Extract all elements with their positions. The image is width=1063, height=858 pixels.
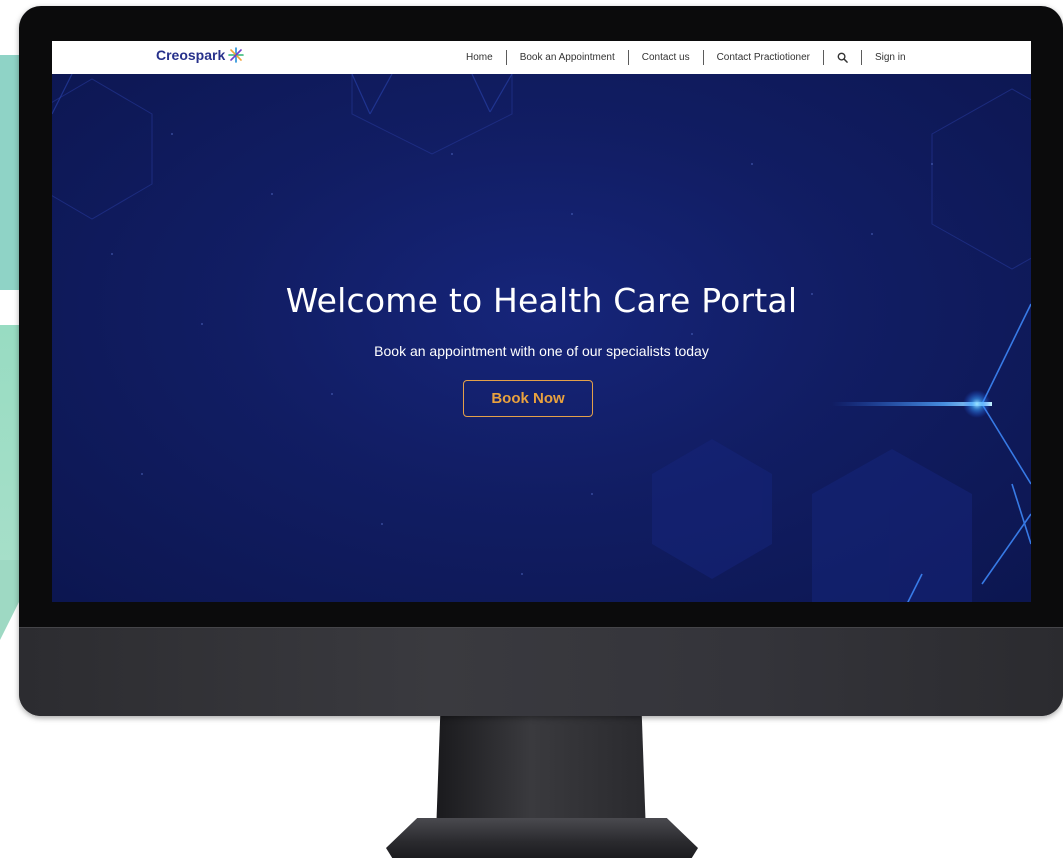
sign-in-link[interactable]: Sign in	[862, 52, 919, 63]
top-navbar: Creospark Home Book an Appointment Conta…	[52, 41, 1031, 74]
starburst-icon	[228, 47, 245, 63]
hero-subtitle: Book an appointment with one of our spec…	[374, 343, 709, 359]
nav-menu: Home Book an Appointment Contact us Cont…	[453, 41, 919, 74]
mockup-stage: Creospark Home Book an Appointment Conta…	[0, 0, 1063, 858]
website-screen: Creospark Home Book an Appointment Conta…	[52, 41, 1031, 602]
hero-hexagon-pattern	[52, 74, 1031, 602]
nav-item-book-appointment[interactable]: Book an Appointment	[507, 52, 628, 63]
search-button[interactable]	[824, 52, 861, 63]
book-now-button[interactable]: Book Now	[463, 380, 593, 417]
search-icon	[837, 52, 848, 63]
nav-item-home[interactable]: Home	[453, 52, 506, 63]
brand-name: Creospark	[156, 47, 226, 63]
brand-logo[interactable]: Creospark	[156, 47, 245, 63]
monitor-stand-base	[386, 818, 698, 858]
monitor-frame: Creospark Home Book an Appointment Conta…	[19, 6, 1063, 716]
monitor-stand-neck	[436, 716, 646, 834]
hero-title: Welcome to Health Care Portal	[285, 281, 798, 320]
monitor-chin	[19, 627, 1063, 716]
nav-item-contact-practitioner[interactable]: Contact Practiotioner	[704, 52, 823, 63]
nav-item-contact-us[interactable]: Contact us	[629, 52, 703, 63]
